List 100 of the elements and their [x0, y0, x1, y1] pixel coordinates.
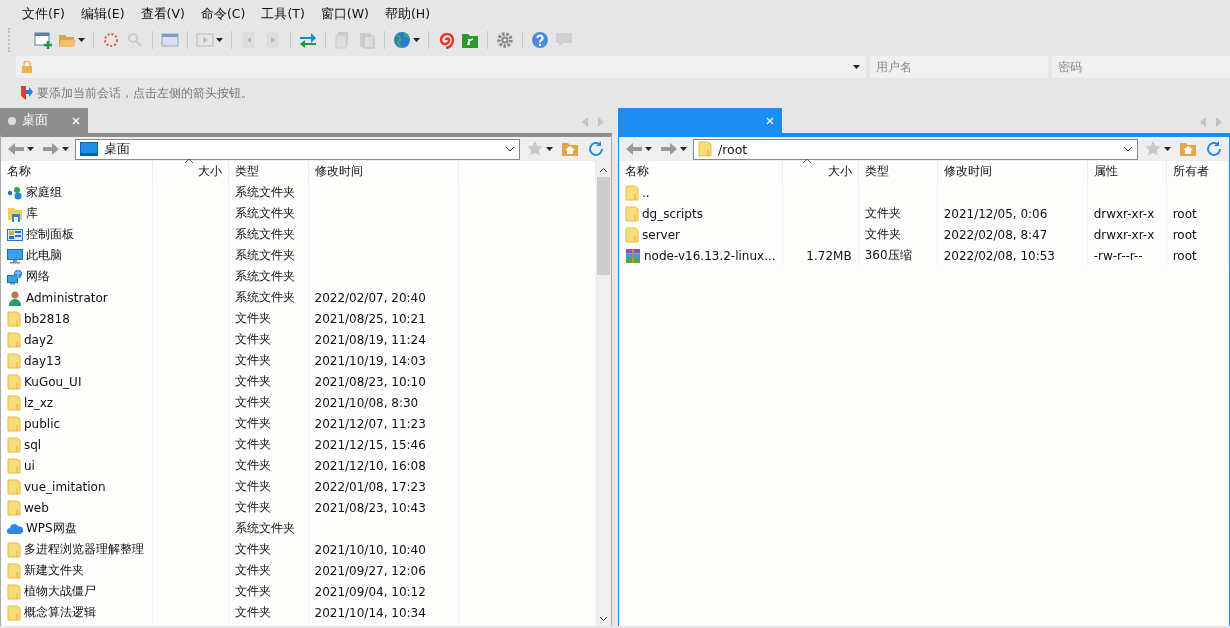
table-cell: 文件夹 — [228, 350, 308, 371]
lock-icon — [22, 61, 32, 73]
globe-button[interactable] — [391, 29, 422, 51]
chevron-icon — [505, 146, 515, 152]
file-name[interactable]: public — [24, 416, 61, 431]
table-cell: 文件夹 — [228, 308, 308, 329]
file-name[interactable]: .. — [642, 185, 650, 200]
scroll-thumb[interactable] — [597, 177, 610, 275]
table-cell: 文件夹 — [858, 224, 938, 245]
column-header[interactable]: 大小 — [782, 161, 859, 182]
file-name[interactable]: dg_scripts — [642, 206, 703, 221]
file-name[interactable]: Administrator — [26, 290, 108, 305]
path-field[interactable]: /root — [693, 138, 1138, 160]
column-header[interactable]: 属性 — [1087, 161, 1167, 182]
table-cell: root — [1166, 203, 1229, 224]
table-cell: 文件夹 — [228, 539, 308, 560]
file-name[interactable]: web — [24, 500, 49, 515]
disconnect-icon — [102, 31, 120, 49]
caret-icon — [546, 147, 553, 151]
column-header[interactable]: 修改时间 — [308, 161, 458, 182]
table-cell: drwxr-xr-x — [1087, 203, 1167, 224]
file-name[interactable]: vue_imitation — [24, 479, 106, 494]
folder-icon — [7, 415, 21, 432]
file-name[interactable]: 植物大战僵尸 — [24, 583, 96, 600]
column-header[interactable]: 名称 — [619, 161, 783, 182]
file-name[interactable]: day13 — [24, 353, 62, 368]
menu-item[interactable]: 工具(T) — [253, 3, 313, 25]
file-name[interactable]: node-v16.13.2-linux... — [644, 248, 776, 263]
column-header[interactable]: 名称 — [1, 161, 152, 182]
transfer-icon — [299, 31, 317, 49]
forward-icon — [660, 140, 678, 158]
control-panel-icon — [7, 226, 23, 243]
file-name[interactable]: server — [642, 227, 680, 242]
refresh-icon — [587, 140, 605, 158]
table-cell: 文件夹 — [228, 560, 308, 581]
table-cell: 文件夹 — [228, 581, 308, 602]
file-name[interactable]: 控制面板 — [26, 226, 74, 243]
file-name[interactable]: KuGou_UI — [24, 374, 82, 389]
file-name[interactable]: sql — [24, 437, 42, 452]
table-cell: root — [1166, 245, 1229, 266]
folder-icon — [7, 436, 21, 453]
menu-item[interactable]: 编辑(E) — [72, 3, 133, 25]
table-cell: 文件夹 — [858, 203, 938, 224]
file-name[interactable]: day2 — [24, 332, 54, 347]
password-field[interactable]: 密码 — [1052, 56, 1230, 78]
caret-icon — [62, 147, 69, 151]
table-cell: 2021/08/23, 10:10 — [308, 371, 458, 392]
tab-title: 桌面 — [22, 112, 48, 129]
column-header[interactable]: 大小 — [152, 161, 228, 182]
table-cell: 2022/01/08, 17:23 — [308, 476, 458, 497]
help-button[interactable] — [529, 29, 551, 51]
menu-item[interactable]: 查看(V) — [132, 3, 193, 25]
scroll-down-icon[interactable] — [599, 616, 608, 622]
caret-icon — [645, 147, 652, 151]
file-name[interactable]: ui — [24, 458, 35, 473]
file-name[interactable]: WPS网盘 — [26, 520, 77, 537]
play-icon — [196, 31, 214, 49]
scrollbar[interactable] — [596, 161, 611, 626]
table-cell: 2021/10/19, 14:03 — [308, 350, 458, 371]
path-field[interactable]: 桌面 — [75, 138, 520, 160]
caret-icon — [78, 38, 85, 42]
file-name[interactable]: 此电脑 — [26, 247, 62, 264]
file-name[interactable]: 新建文件夹 — [24, 562, 84, 579]
file-name[interactable]: 网络 — [26, 268, 50, 285]
settings-icon — [496, 31, 514, 49]
table-cell: 2021/10/08, 8:30 — [308, 392, 458, 413]
menu-item[interactable]: 命令(C) — [192, 3, 254, 25]
file-name[interactable]: 家庭组 — [26, 184, 62, 201]
column-header[interactable]: 类型 — [858, 161, 938, 182]
file-name[interactable]: lz_xz — [24, 395, 54, 410]
username-field[interactable]: 用户名 — [870, 56, 1048, 78]
table-cell: 文件夹 — [228, 413, 308, 434]
table-cell: drwxr-xr-x — [1087, 224, 1167, 245]
file-name[interactable]: 库 — [26, 205, 38, 222]
home-folder-icon — [1179, 140, 1197, 158]
table-cell: 系统文件夹 — [228, 203, 308, 224]
session-address-field[interactable] — [16, 56, 866, 78]
new-session-button[interactable] — [32, 29, 54, 51]
file-name[interactable]: bb2818 — [24, 311, 70, 326]
file-name[interactable]: 概念算法逻辑 — [24, 604, 96, 621]
menu-item[interactable]: 窗口(W) — [312, 3, 377, 25]
scroll-up-icon[interactable] — [599, 167, 608, 173]
column-header[interactable]: 所有者 — [1166, 161, 1229, 182]
column-header[interactable]: 类型 — [228, 161, 308, 182]
table-cell: 系统文件夹 — [228, 287, 308, 308]
column-header[interactable]: 修改时间 — [937, 161, 1088, 182]
table-cell: 2021/12/15, 15:46 — [308, 434, 458, 455]
settings-button[interactable] — [494, 29, 516, 51]
file-name[interactable]: 多进程浏览器理解整理 — [24, 541, 144, 558]
table-cell: 2022/02/07, 20:40 — [308, 287, 458, 308]
spiral-icon — [437, 31, 455, 49]
menu-item[interactable]: 帮助(H) — [376, 3, 439, 25]
menu-item[interactable]: 文件(F) — [14, 3, 73, 25]
close-icon[interactable] — [72, 116, 80, 125]
folder-icon — [7, 394, 21, 411]
close-icon[interactable] — [766, 116, 774, 125]
table-cell: 2021/10/14, 10:34 — [308, 602, 458, 623]
back-icon — [625, 140, 643, 158]
user-icon — [7, 289, 23, 306]
library-icon — [7, 205, 23, 222]
